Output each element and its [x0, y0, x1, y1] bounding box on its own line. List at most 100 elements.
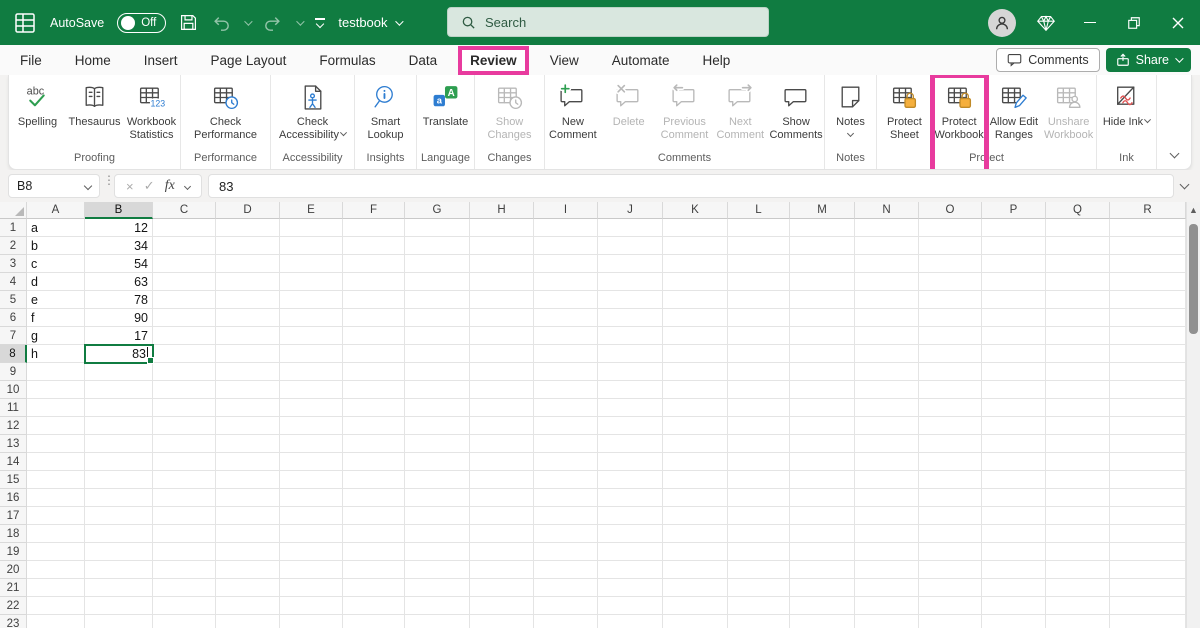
cell-C1[interactable]: [153, 219, 216, 237]
cell-O19[interactable]: [919, 543, 982, 561]
cell-K22[interactable]: [663, 597, 728, 615]
cell-P5[interactable]: [982, 291, 1046, 309]
cell-N5[interactable]: [855, 291, 919, 309]
cell-G2[interactable]: [405, 237, 470, 255]
cell-C4[interactable]: [153, 273, 216, 291]
formula-input[interactable]: 83: [208, 174, 1174, 198]
column-header-A[interactable]: A: [27, 202, 85, 219]
cell-B18[interactable]: [85, 525, 153, 543]
tab-formulas[interactable]: Formulas: [307, 46, 387, 75]
cell-R23[interactable]: [1110, 615, 1186, 628]
cell-P7[interactable]: [982, 327, 1046, 345]
cell-I3[interactable]: [534, 255, 598, 273]
cell-A17[interactable]: [27, 507, 85, 525]
cell-I6[interactable]: [534, 309, 598, 327]
cell-K6[interactable]: [663, 309, 728, 327]
cell-P19[interactable]: [982, 543, 1046, 561]
spelling-button[interactable]: abcSpelling: [9, 80, 66, 150]
cell-J8[interactable]: [598, 345, 663, 363]
cell-E6[interactable]: [280, 309, 343, 327]
check-performance-button[interactable]: Check Performance: [189, 80, 263, 150]
cell-A7[interactable]: g: [27, 327, 85, 345]
cell-M9[interactable]: [790, 363, 855, 381]
cell-J1[interactable]: [598, 219, 663, 237]
cell-N6[interactable]: [855, 309, 919, 327]
cell-R1[interactable]: [1110, 219, 1186, 237]
cell-J14[interactable]: [598, 453, 663, 471]
cell-F14[interactable]: [343, 453, 405, 471]
cell-M2[interactable]: [790, 237, 855, 255]
cell-E14[interactable]: [280, 453, 343, 471]
cell-O21[interactable]: [919, 579, 982, 597]
cell-M15[interactable]: [790, 471, 855, 489]
cell-A18[interactable]: [27, 525, 85, 543]
cell-C13[interactable]: [153, 435, 216, 453]
cell-I2[interactable]: [534, 237, 598, 255]
hide-ink-button[interactable]: Hide Ink: [1097, 80, 1156, 150]
cell-L23[interactable]: [728, 615, 790, 628]
cell-G14[interactable]: [405, 453, 470, 471]
row-header-10[interactable]: 10: [0, 381, 27, 399]
cell-L1[interactable]: [728, 219, 790, 237]
cell-E21[interactable]: [280, 579, 343, 597]
cell-B9[interactable]: [85, 363, 153, 381]
column-header-L[interactable]: L: [728, 202, 790, 219]
cell-E15[interactable]: [280, 471, 343, 489]
cell-F4[interactable]: [343, 273, 405, 291]
cell-D3[interactable]: [216, 255, 280, 273]
cell-J2[interactable]: [598, 237, 663, 255]
cell-B3[interactable]: 54: [85, 255, 153, 273]
cell-B4[interactable]: 63: [85, 273, 153, 291]
cell-C6[interactable]: [153, 309, 216, 327]
cell-R7[interactable]: [1110, 327, 1186, 345]
cell-I8[interactable]: [534, 345, 598, 363]
protect-workbook-button[interactable]: Protect Workbook: [932, 80, 987, 150]
cell-J22[interactable]: [598, 597, 663, 615]
cell-G12[interactable]: [405, 417, 470, 435]
cell-Q14[interactable]: [1046, 453, 1110, 471]
cell-M18[interactable]: [790, 525, 855, 543]
cell-O2[interactable]: [919, 237, 982, 255]
cell-E17[interactable]: [280, 507, 343, 525]
cell-A12[interactable]: [27, 417, 85, 435]
cell-N15[interactable]: [855, 471, 919, 489]
cell-C2[interactable]: [153, 237, 216, 255]
cell-L8[interactable]: [728, 345, 790, 363]
cell-H1[interactable]: [470, 219, 534, 237]
cell-A11[interactable]: [27, 399, 85, 417]
cell-N4[interactable]: [855, 273, 919, 291]
cell-H8[interactable]: [470, 345, 534, 363]
row-header-3[interactable]: 3: [0, 255, 27, 273]
cell-P4[interactable]: [982, 273, 1046, 291]
cell-E9[interactable]: [280, 363, 343, 381]
cell-N2[interactable]: [855, 237, 919, 255]
cell-R11[interactable]: [1110, 399, 1186, 417]
cell-O13[interactable]: [919, 435, 982, 453]
cell-A13[interactable]: [27, 435, 85, 453]
cell-Q19[interactable]: [1046, 543, 1110, 561]
cell-F5[interactable]: [343, 291, 405, 309]
cell-P23[interactable]: [982, 615, 1046, 628]
vertical-scrollbar[interactable]: ▲: [1186, 202, 1200, 628]
share-button[interactable]: Share: [1106, 48, 1191, 72]
cell-C23[interactable]: [153, 615, 216, 628]
cell-H14[interactable]: [470, 453, 534, 471]
cell-B2[interactable]: 34: [85, 237, 153, 255]
cell-M23[interactable]: [790, 615, 855, 628]
cell-F3[interactable]: [343, 255, 405, 273]
cell-I16[interactable]: [534, 489, 598, 507]
cell-H9[interactable]: [470, 363, 534, 381]
cell-B21[interactable]: [85, 579, 153, 597]
row-header-22[interactable]: 22: [0, 597, 27, 615]
cell-G5[interactable]: [405, 291, 470, 309]
cell-I1[interactable]: [534, 219, 598, 237]
tab-help[interactable]: Help: [691, 46, 743, 75]
cell-D13[interactable]: [216, 435, 280, 453]
cell-K14[interactable]: [663, 453, 728, 471]
expand-formula-bar-icon[interactable]: [1180, 180, 1190, 190]
collapse-ribbon-icon[interactable]: [1169, 149, 1179, 159]
premium-diamond-icon[interactable]: [1024, 0, 1068, 45]
cell-L21[interactable]: [728, 579, 790, 597]
cell-F21[interactable]: [343, 579, 405, 597]
column-header-E[interactable]: E: [280, 202, 343, 219]
